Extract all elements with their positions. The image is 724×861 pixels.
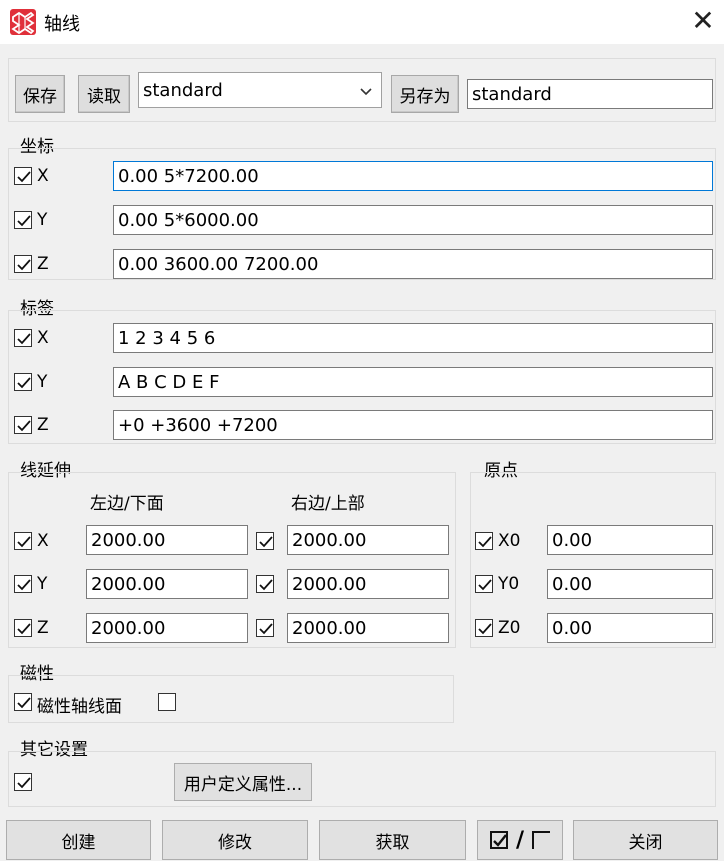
user-attributes-button[interactable]: 用户定义属性... [174,763,312,801]
magnetic-plane-checkbox[interactable] [14,693,32,711]
extension-y-checkbox[interactable] [14,575,32,593]
extension-right-header: 右边/上部 [291,494,365,514]
magnetic-secondary-checkbox[interactable] [158,693,176,711]
labels-y-checkbox[interactable] [14,373,32,391]
extension-y-label: Y [37,574,48,594]
extension-z-left-input[interactable]: 2000.00 [86,613,248,643]
coords-x-label: X [37,166,49,186]
close-window-icon[interactable]: ✕ [686,4,720,38]
extension-z-label: Z [37,618,49,638]
coords-z-input[interactable]: 0.00 3600.00 7200.00 [113,249,713,279]
origin-y0-label: Y0 [498,574,520,594]
other-group [8,751,716,807]
magnetic-plane-label: 磁性轴线面 [37,697,122,717]
origin-z0-label: Z0 [498,618,521,638]
coords-z-label: Z [37,254,49,274]
labels-y-label: Y [37,372,48,392]
origin-y0-input[interactable]: 0.00 [547,569,713,599]
get-button[interactable]: 获取 [319,820,466,860]
template-select-value: standard [143,79,223,101]
chevron-down-icon [359,82,373,103]
coords-y-label: Y [37,210,48,230]
other-checkbox[interactable] [14,773,32,791]
labels-z-checkbox[interactable] [14,416,32,434]
labels-y-input[interactable]: A B C D E F [113,367,713,397]
close-button[interactable]: 关闭 [573,820,718,860]
extension-z-checkbox[interactable] [14,619,32,637]
extension-x-right-input[interactable]: 2000.00 [287,525,449,555]
extension-x-checkbox[interactable] [14,532,32,550]
coords-z-checkbox[interactable] [14,255,32,273]
save-as-button[interactable]: 另存为 [391,75,459,113]
extension-x-right-checkbox[interactable] [256,532,274,550]
origin-z0-input[interactable]: 0.00 [547,613,713,643]
coords-x-value: 0.00 5*7200.00 [118,165,259,187]
check-all-icon [489,831,508,849]
labels-z-label: Z [37,415,49,435]
labels-x-label: X [37,328,49,348]
toggle-all-button[interactable]: / [477,820,563,860]
app-logo-icon [10,9,36,35]
extension-x-label: X [37,531,49,551]
extension-y-right-checkbox[interactable] [256,575,274,593]
template-select[interactable]: standard [138,72,382,108]
labels-z-input[interactable]: +0 +3600 +7200 [113,410,713,440]
extension-z-right-input[interactable]: 2000.00 [287,613,449,643]
origin-x0-checkbox[interactable] [475,532,493,550]
create-button[interactable]: 创建 [6,820,151,860]
origin-z0-checkbox[interactable] [475,619,493,637]
toggle-slash: / [515,827,525,853]
save-button[interactable]: 保存 [15,75,65,113]
save-as-name-input[interactable]: standard [467,79,713,109]
origin-x0-input[interactable]: 0.00 [547,525,713,555]
uncheck-all-icon [532,831,551,849]
extension-z-right-checkbox[interactable] [256,619,274,637]
coords-x-checkbox[interactable] [14,167,32,185]
modify-button[interactable]: 修改 [162,820,308,860]
extension-left-header: 左边/下面 [90,494,164,514]
labels-x-input[interactable]: 1 2 3 4 5 6 [113,323,713,353]
window-title: 轴线 [44,14,80,35]
origin-y0-checkbox[interactable] [475,575,493,593]
origin-x0-label: X0 [498,531,521,551]
load-button[interactable]: 读取 [78,75,130,113]
coords-y-input[interactable]: 0.00 5*6000.00 [113,205,713,235]
extension-x-left-input[interactable]: 2000.00 [86,525,248,555]
coords-x-input[interactable]: 0.00 5*7200.00 [113,161,713,191]
coords-y-checkbox[interactable] [14,211,32,229]
title-bar [0,0,724,44]
labels-x-checkbox[interactable] [14,329,32,347]
extension-y-right-input[interactable]: 2000.00 [287,569,449,599]
extension-y-left-input[interactable]: 2000.00 [86,569,248,599]
